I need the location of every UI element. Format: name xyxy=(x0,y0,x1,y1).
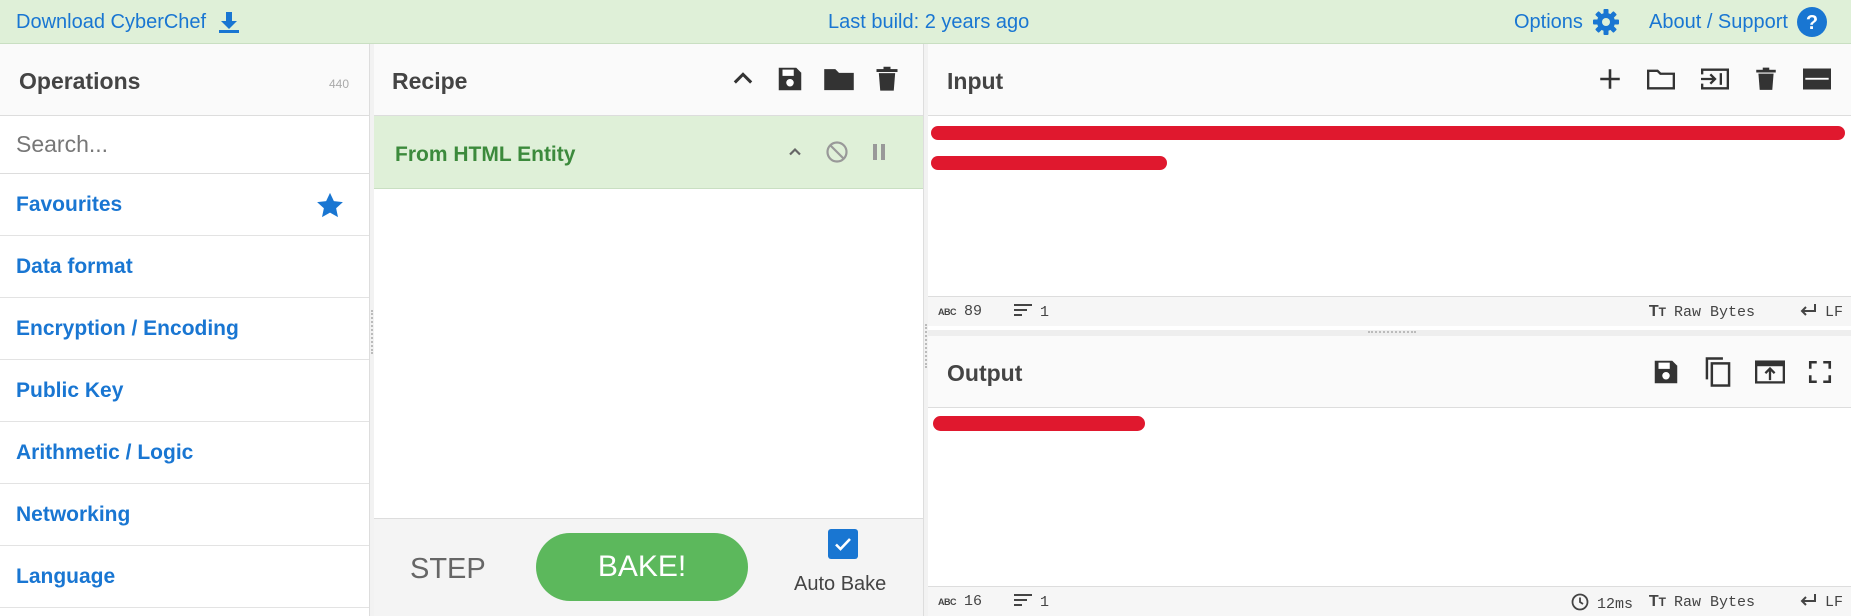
output-text-area[interactable] xyxy=(928,408,1851,578)
options-button[interactable]: Options xyxy=(1514,0,1621,44)
category-label: Public Key xyxy=(16,379,124,402)
category-label: Encryption / Encoding xyxy=(16,317,239,340)
bake-controls: STEP BAKE! Auto Bake xyxy=(374,518,923,616)
save-recipe-icon[interactable] xyxy=(775,64,805,99)
download-icon xyxy=(218,10,240,34)
text-type-icon: TT xyxy=(1648,303,1666,320)
svg-text:?: ? xyxy=(1806,12,1818,34)
category-label: Data format xyxy=(16,255,133,278)
output-header: Output xyxy=(928,336,1851,408)
operations-title: Operations xyxy=(19,68,141,94)
open-folder-icon[interactable] xyxy=(1645,65,1677,98)
category-networking[interactable]: Networking xyxy=(0,485,369,546)
category-language[interactable]: Language xyxy=(0,547,369,608)
auto-bake-label: Auto Bake xyxy=(794,573,887,595)
output-line-count: 1 xyxy=(1040,594,1050,611)
replace-input-with-output-icon[interactable] xyxy=(1755,358,1785,391)
about-support-button[interactable]: About / Support ? xyxy=(1649,0,1828,44)
redacted-input-line-1 xyxy=(931,126,1845,140)
operation-name: From HTML Entity xyxy=(395,143,576,166)
input-line-count: 1 xyxy=(1040,304,1050,321)
search-input[interactable] xyxy=(0,116,369,174)
input-title: Input xyxy=(947,68,1004,94)
input-status-bar: ABC 89 1 TT Raw Bytes LF xyxy=(928,296,1851,326)
category-label: Arithmetic / Logic xyxy=(16,441,194,464)
clear-recipe-trash-icon[interactable] xyxy=(873,64,901,99)
input-pane: Input ABC 89 1 TT Raw Bytes LF xyxy=(928,44,1851,330)
input-header: Input xyxy=(928,44,1851,116)
options-label: Options xyxy=(1514,10,1583,33)
category-encryption-encoding[interactable]: Encryption / Encoding xyxy=(0,299,369,360)
io-panel: Input ABC 89 1 TT Raw Bytes LF Output AB… xyxy=(928,44,1851,616)
return-icon xyxy=(1799,593,1817,612)
pause-breakpoint-icon[interactable] xyxy=(869,141,889,168)
recipe-operation-from-html-entity[interactable]: From HTML Entity xyxy=(374,116,923,189)
character-count-icon: ABC xyxy=(938,306,957,317)
step-button[interactable]: STEP xyxy=(410,553,486,586)
clock-icon xyxy=(1571,593,1589,616)
line-count-icon xyxy=(1014,303,1032,322)
input-encoding: Raw Bytes xyxy=(1673,303,1755,321)
reset-layout-icon[interactable] xyxy=(1801,65,1833,98)
output-eol: LF xyxy=(1824,594,1843,611)
redacted-input-line-2 xyxy=(931,156,1167,170)
add-tab-plus-icon[interactable] xyxy=(1597,66,1623,97)
operations-panel: Operations 440 Favourites Data format En… xyxy=(0,44,370,616)
about-label: About / Support xyxy=(1649,10,1788,33)
category-label: Favourites xyxy=(16,193,123,216)
recipe-panel: Recipe From HTML Entity STEP BAKE! Auto … xyxy=(374,44,924,616)
input-eol-selector[interactable]: LF xyxy=(1799,303,1843,322)
category-label: Language xyxy=(16,565,116,588)
category-public-key[interactable]: Public Key xyxy=(0,361,369,422)
redacted-output-line-1 xyxy=(933,416,1145,431)
operations-count: 440 xyxy=(328,77,349,91)
copy-output-icon[interactable] xyxy=(1703,356,1733,393)
category-arithmetic-logic[interactable]: Arithmetic / Logic xyxy=(0,423,369,484)
download-cyberchef-link[interactable]: Download CyberChef xyxy=(16,0,240,44)
output-title: Output xyxy=(947,360,1023,386)
bake-button[interactable]: BAKE! xyxy=(536,533,748,601)
gear-icon xyxy=(1591,7,1621,37)
line-count-icon xyxy=(1014,593,1032,612)
character-count-icon: ABC xyxy=(938,596,957,607)
output-status-bar: ABC 16 1 12ms TT Raw Bytes LF xyxy=(928,586,1851,616)
input-char-count: 89 xyxy=(964,303,983,320)
star-icon xyxy=(315,191,345,227)
open-input-file-icon[interactable] xyxy=(1699,65,1731,98)
category-data-format[interactable]: Data format xyxy=(0,237,369,298)
collapse-chevron-up-icon[interactable] xyxy=(729,65,757,98)
save-output-icon[interactable] xyxy=(1651,357,1681,392)
resize-handle[interactable] xyxy=(1368,331,1416,333)
input-encoding-selector[interactable]: TT Raw Bytes xyxy=(1649,303,1755,321)
recipe-header: Recipe xyxy=(374,44,923,116)
category-favourites[interactable]: Favourites xyxy=(0,175,369,236)
text-type-icon: TT xyxy=(1648,593,1666,610)
last-build-text: Last build: 2 years ago xyxy=(828,10,1030,33)
category-label: Networking xyxy=(16,503,131,526)
operations-header: Operations 440 xyxy=(0,44,369,116)
output-pane: Output ABC 16 1 12ms TT Raw Bytes LF xyxy=(928,336,1851,616)
output-char-count: 16 xyxy=(964,593,983,610)
disable-op-icon[interactable] xyxy=(825,140,849,169)
collapse-op-chevron-up-icon[interactable] xyxy=(785,142,805,167)
output-encoding: Raw Bytes xyxy=(1673,593,1755,611)
maximise-output-icon[interactable] xyxy=(1807,359,1833,390)
output-encoding-selector[interactable]: TT Raw Bytes xyxy=(1649,593,1755,611)
output-eol-selector[interactable]: LF xyxy=(1799,593,1843,612)
top-banner: Download CyberChef Last build: 2 years a… xyxy=(0,0,1851,44)
bake-time: 12ms xyxy=(1596,596,1633,613)
return-icon xyxy=(1799,303,1817,322)
help-icon: ? xyxy=(1796,6,1828,38)
load-recipe-folder-icon[interactable] xyxy=(823,64,855,99)
download-label: Download CyberChef xyxy=(16,10,207,33)
input-text-area[interactable] xyxy=(928,116,1851,296)
input-eol: LF xyxy=(1824,304,1843,321)
auto-bake-checkbox[interactable] xyxy=(828,529,858,559)
recipe-title: Recipe xyxy=(392,68,468,94)
clear-input-trash-icon[interactable] xyxy=(1753,64,1779,99)
